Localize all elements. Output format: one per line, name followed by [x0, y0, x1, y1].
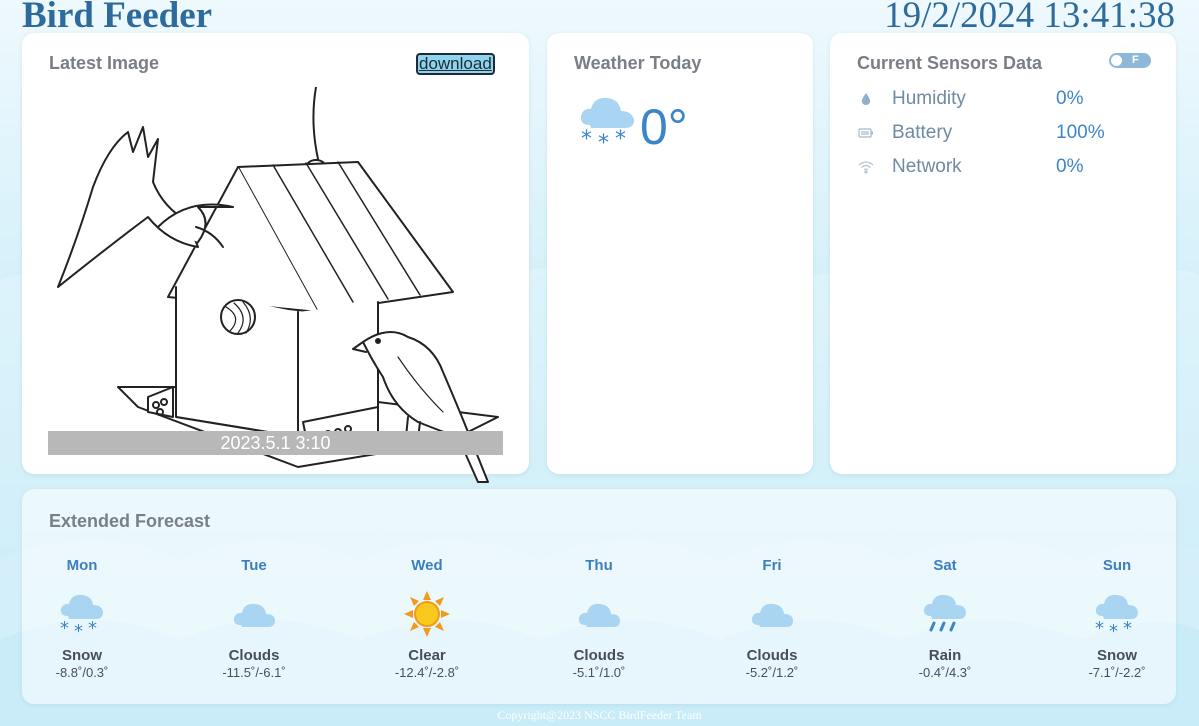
forecast-day-fri: Fri Clouds -5.2˚/1.2˚ — [712, 557, 832, 687]
day-temperatures: -8.8˚/0.3˚ — [55, 665, 109, 680]
battery-icon — [858, 128, 873, 138]
extended-forecast-card: Extended Forecast Mon * * * Snow -8.8˚/0… — [22, 489, 1176, 704]
day-name: Sun — [1102, 557, 1132, 574]
day-temperatures: -7.1˚/-2.2˚ — [1088, 665, 1146, 680]
day-name: Thu — [585, 557, 613, 574]
day-temperatures: -5.2˚/1.2˚ — [745, 665, 799, 680]
droplet-icon — [861, 93, 871, 105]
wifi-icon — [858, 161, 874, 174]
image-timestamp: 2023.5.1 3:10 — [48, 431, 503, 455]
day-condition: Rain — [928, 647, 962, 664]
cloud-icon — [751, 603, 793, 627]
sensor-label: Network — [892, 156, 962, 177]
svg-text:*: * — [1123, 618, 1132, 639]
day-condition: Clouds — [228, 647, 280, 664]
forecast-day-wed: Wed Clear -12.4˚/-2.8˚ — [367, 557, 487, 687]
sensor-row-humidity: Humidity 0% — [858, 87, 1158, 111]
sensor-row-battery: Battery 100% — [858, 121, 1158, 145]
sensor-label: Humidity — [892, 88, 966, 109]
unit-toggle[interactable]: F — [1109, 53, 1151, 68]
latest-image-card: Latest Image download 2023.5.1 3:10 — [22, 33, 529, 483]
copyright-footer: Copyright@2023 NSCC BirdFeeder Team — [497, 708, 702, 722]
forecast-day-thu: Thu Clouds -5.1˚/1.0˚ — [539, 557, 659, 687]
day-condition: Snow — [1097, 647, 1137, 664]
day-name: Tue — [241, 557, 267, 574]
cloud-icon — [233, 603, 275, 627]
day-condition: Snow — [62, 647, 102, 664]
svg-text:*: * — [88, 618, 97, 639]
day-name: Wed — [411, 557, 443, 574]
forecast-day-mon: Mon * * * Snow -8.8˚/0.3˚ — [22, 557, 142, 687]
sensors-card: Current Sensors Data F Humidity 0% Batte… — [830, 33, 1176, 474]
rain-icon — [923, 594, 966, 632]
sensor-value: 0% — [1056, 88, 1084, 109]
day-condition: Clouds — [746, 647, 798, 664]
svg-text:*: * — [74, 621, 83, 639]
day-condition: Clouds — [573, 647, 625, 664]
bird-feeder-image[interactable] — [48, 87, 503, 487]
svg-text:*: * — [1109, 621, 1118, 639]
forecast-day-sun: Sun * * * Snow -7.1˚/-2.2˚ — [1057, 557, 1177, 687]
svg-text:*: * — [598, 131, 609, 153]
latest-image-title: Latest Image — [49, 53, 160, 73]
weather-today-card: Weather Today * * * 0° — [547, 33, 813, 474]
forecast-day-tue: Tue Clouds -11.5˚/-6.1˚ — [194, 557, 314, 687]
day-temperatures: -11.5˚/-6.1˚ — [222, 665, 286, 680]
snow-icon: * * * — [580, 97, 634, 153]
day-name: Fri — [762, 557, 782, 574]
download-button[interactable]: download — [416, 53, 495, 75]
snow-icon: * * * — [60, 594, 103, 639]
sensor-value: 100% — [1056, 122, 1105, 143]
day-condition: Clear — [408, 647, 446, 664]
svg-text:*: * — [60, 618, 69, 639]
day-temperatures: -5.1˚/1.0˚ — [572, 665, 626, 680]
forecast-day-sat: Sat Rain -0.4˚/4.3˚ — [885, 557, 1005, 687]
snow-icon: * * * — [1095, 594, 1138, 639]
day-name: Sat — [933, 557, 957, 574]
toggle-knob — [1111, 55, 1122, 66]
day-temperatures: -0.4˚/4.3˚ — [918, 665, 972, 680]
svg-text:*: * — [1095, 618, 1104, 639]
sensor-value: 0% — [1056, 156, 1084, 177]
sensor-row-network: Network 0% — [858, 155, 1158, 179]
sensors-title: Current Sensors Data — [857, 53, 1043, 73]
sensor-label: Battery — [892, 122, 953, 143]
cloud-icon — [578, 603, 620, 627]
toggle-label: F — [1132, 54, 1139, 66]
svg-text:*: * — [615, 127, 626, 152]
svg-text:*: * — [581, 127, 592, 152]
day-temperatures: -12.4˚/-2.8˚ — [394, 665, 460, 680]
sun-icon — [404, 591, 450, 637]
current-temperature: 0° — [640, 99, 688, 155]
forecast-title: Extended Forecast — [49, 511, 211, 531]
day-name: Mon — [66, 557, 98, 574]
weather-today-title: Weather Today — [574, 53, 702, 73]
